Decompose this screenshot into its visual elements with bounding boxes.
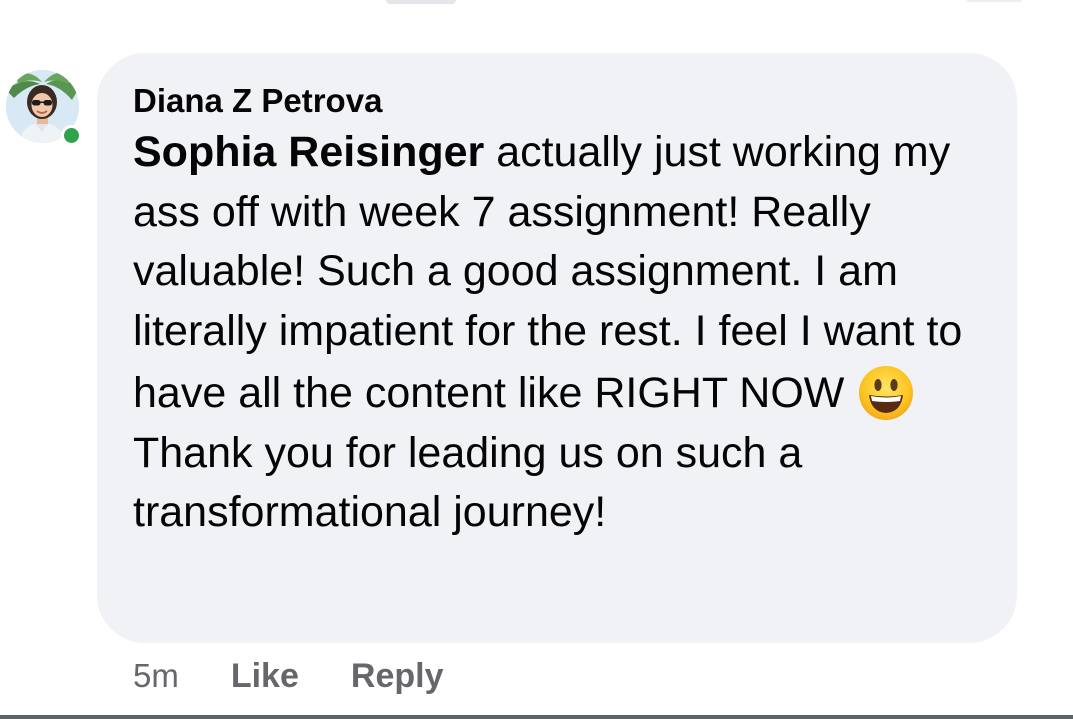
grinning-face-emoji-icon xyxy=(858,365,914,421)
reply-button[interactable]: Reply xyxy=(351,657,444,696)
comment-body: Sophia Reisinger actually just working m… xyxy=(133,123,981,543)
author-avatar[interactable] xyxy=(6,70,82,146)
comment-screen: Diana Z Petrova Sophia Reisinger actuall… xyxy=(0,0,1073,719)
author-name-link[interactable]: Diana Z Petrova xyxy=(133,81,987,121)
like-button[interactable]: Like xyxy=(231,657,299,696)
comment-bubble: Diana Z Petrova Sophia Reisinger actuall… xyxy=(97,53,1017,643)
bottom-divider xyxy=(0,715,1073,719)
previous-comment-edge-remnant xyxy=(966,0,1022,2)
comment-timestamp[interactable]: 5m xyxy=(133,657,179,695)
online-status-dot xyxy=(61,125,82,146)
previous-comment-action-remnant xyxy=(386,0,456,4)
comment-actions: 5m Like Reply xyxy=(133,654,495,698)
mention-link[interactable]: Sophia Reisinger xyxy=(133,128,484,176)
comment-text-part2: Thank you for leading us on such a trans… xyxy=(133,428,803,537)
